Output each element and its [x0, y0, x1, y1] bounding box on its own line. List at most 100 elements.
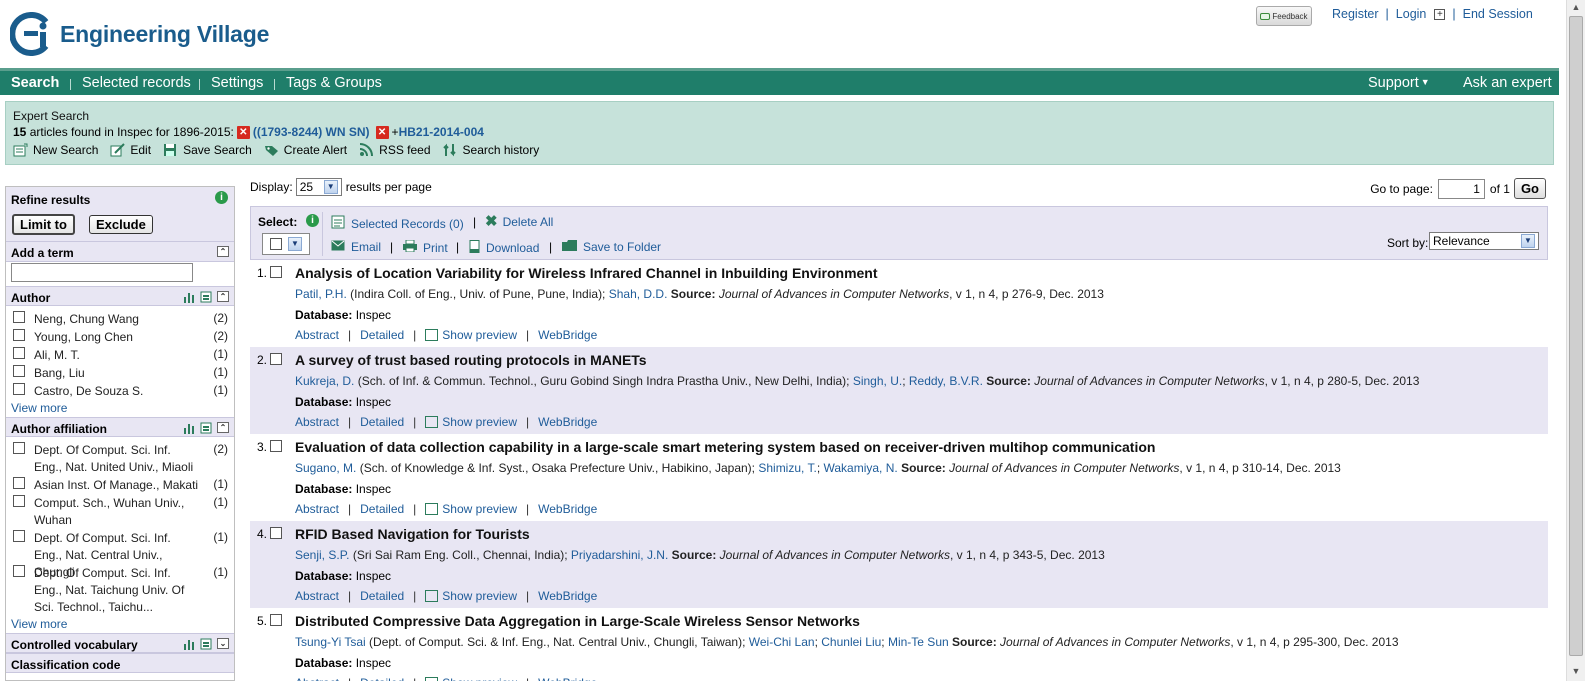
view-more-link[interactable]: View more — [11, 617, 67, 631]
bar-chart-icon[interactable] — [183, 638, 195, 650]
go-button[interactable]: Go — [1513, 178, 1546, 199]
email-link[interactable]: Email — [331, 240, 381, 254]
webbridge-link[interactable]: WebBridge — [538, 676, 597, 681]
logo[interactable]: Engineering Village — [9, 12, 269, 56]
record-title[interactable]: RFID Based Navigation for Tourists — [295, 526, 530, 542]
abstract-link[interactable]: Abstract — [295, 589, 339, 603]
affiliation-facet-item[interactable]: Asian Inst. Of Manage., Makati (1) — [6, 475, 234, 493]
save-to-folder-link[interactable]: Save to Folder — [562, 240, 661, 254]
facet-checkbox[interactable] — [13, 442, 25, 454]
record-title[interactable]: Analysis of Location Variability for Wir… — [295, 265, 878, 281]
facet-checkbox[interactable] — [13, 565, 25, 577]
author-link[interactable]: Sugano, M. — [295, 461, 356, 475]
search-term-1[interactable]: ((1793-8244) WN SN) — [253, 125, 370, 139]
view-more-link[interactable]: View more — [11, 401, 67, 415]
author-link[interactable]: Priyadarshini, J.N. — [571, 548, 668, 562]
delete-all-link[interactable]: ✖ Delete All — [485, 214, 553, 229]
author-facet-item[interactable]: Castro, De Souza S. (1) — [6, 381, 234, 399]
bar-chart-icon[interactable] — [183, 291, 195, 303]
detailed-link[interactable]: Detailed — [360, 589, 404, 603]
edit-button[interactable]: Edit — [110, 143, 151, 157]
register-link[interactable]: Register — [1332, 7, 1379, 21]
facet-checkbox[interactable] — [13, 383, 25, 395]
expand-login-icon[interactable]: + — [1434, 8, 1446, 20]
abstract-link[interactable]: Abstract — [295, 502, 339, 516]
affiliation-facet-item[interactable]: Dept. Of Comput. Sci. Inf. Eng., Nat. Ta… — [6, 563, 234, 615]
select-all-checkbox[interactable] — [270, 238, 282, 250]
scroll-thumb[interactable] — [1569, 16, 1583, 656]
selected-records-link[interactable]: Selected Records (0) — [331, 215, 464, 232]
affiliation-facet-item[interactable]: Comput. Sch., Wuhan Univ., Wuhan (1) — [6, 493, 234, 528]
facet-checkbox[interactable] — [13, 495, 25, 507]
author-facet-item[interactable]: Young, Long Chen (2) — [6, 327, 234, 345]
author-link[interactable]: Kukreja, D. — [295, 374, 354, 388]
record-title[interactable]: A survey of trust based routing protocol… — [295, 352, 647, 368]
author-link[interactable]: Singh, U. — [853, 374, 902, 388]
nav-tags-groups[interactable]: Tags & Groups — [286, 75, 382, 91]
show-preview-link[interactable]: Show preview — [442, 676, 517, 681]
controlled-vocab-header[interactable]: Controlled vocabulary ⌄ — [6, 633, 234, 653]
bar-chart-icon[interactable] — [183, 422, 195, 434]
export-facet-icon[interactable] — [200, 422, 212, 434]
info-icon[interactable]: i — [215, 191, 228, 204]
detailed-link[interactable]: Detailed — [360, 676, 404, 681]
nav-selected-records[interactable]: Selected records — [82, 75, 191, 91]
abstract-link[interactable]: Abstract — [295, 328, 339, 342]
author-link[interactable]: Senji, S.P. — [295, 548, 349, 562]
sort-by-select[interactable]: Relevance ▼ — [1429, 232, 1539, 250]
vertical-scrollbar[interactable]: ▲ ▼ — [1566, 0, 1585, 681]
export-facet-icon[interactable] — [200, 638, 212, 650]
record-checkbox[interactable] — [270, 440, 282, 452]
end-session-link[interactable]: End Session — [1463, 7, 1533, 21]
record-checkbox[interactable] — [270, 353, 282, 365]
collapse-icon[interactable]: ⌃ — [217, 246, 229, 257]
author-link[interactable]: Min-Te Sun — [888, 635, 949, 649]
nav-ask-expert[interactable]: Ask an expert — [1463, 75, 1552, 91]
results-per-page-select[interactable]: 25 ▼ — [295, 178, 342, 196]
author-link[interactable]: Wei-Chi Lan — [749, 635, 815, 649]
create-alert-button[interactable]: Create Alert — [264, 143, 347, 157]
info-icon[interactable]: i — [306, 214, 319, 227]
save-search-button[interactable]: Save Search — [163, 143, 252, 157]
author-link[interactable]: Wakamiya, N. — [823, 461, 897, 475]
facet-checkbox[interactable] — [13, 530, 25, 542]
collapse-icon[interactable]: ⌃ — [217, 291, 229, 302]
abstract-link[interactable]: Abstract — [295, 676, 339, 681]
add-term-input[interactable] — [11, 263, 193, 282]
author-link[interactable]: Patil, P.H. — [295, 287, 347, 301]
detailed-link[interactable]: Detailed — [360, 502, 404, 516]
search-term-2[interactable]: HB21-2014-004 — [399, 125, 484, 139]
affiliation-facet-item[interactable]: Dept. Of Comput. Sci. Inf. Eng., Nat. Un… — [6, 440, 234, 475]
show-preview-link[interactable]: Show preview — [442, 502, 517, 516]
nav-search[interactable]: Search — [11, 75, 59, 91]
webbridge-link[interactable]: WebBridge — [538, 589, 597, 603]
login-link[interactable]: Login — [1396, 7, 1427, 21]
detailed-link[interactable]: Detailed — [360, 415, 404, 429]
author-facet-item[interactable]: Bang, Liu (1) — [6, 363, 234, 381]
show-preview-link[interactable]: Show preview — [442, 589, 517, 603]
search-history-button[interactable]: Search history — [442, 143, 539, 157]
remove-term-icon[interactable]: ✕ — [236, 125, 250, 139]
show-preview-link[interactable]: Show preview — [442, 415, 517, 429]
rss-feed-button[interactable]: RSS feed — [359, 143, 431, 157]
exclude-button[interactable]: Exclude — [89, 215, 153, 234]
collapse-icon[interactable]: ⌃ — [217, 422, 229, 433]
webbridge-link[interactable]: WebBridge — [538, 415, 597, 429]
show-preview-link[interactable]: Show preview — [442, 328, 517, 342]
select-all-dropdown[interactable]: ▼ — [262, 233, 310, 255]
limit-to-button[interactable]: Limit to — [12, 214, 75, 235]
nav-support[interactable]: Support ▼ — [1368, 75, 1430, 91]
export-facet-icon[interactable] — [200, 291, 212, 303]
feedback-button[interactable]: Feedback — [1256, 6, 1312, 26]
new-search-button[interactable]: New Search — [13, 143, 98, 157]
classification-code-header[interactable]: Classification code — [6, 653, 234, 673]
expand-icon[interactable]: ⌄ — [217, 638, 229, 649]
record-checkbox[interactable] — [270, 266, 282, 278]
download-link[interactable]: Download — [469, 240, 539, 256]
scroll-down-icon[interactable]: ▼ — [1570, 666, 1582, 678]
facet-checkbox[interactable] — [13, 311, 25, 323]
remove-term-icon[interactable]: ✕ — [375, 125, 389, 139]
print-link[interactable]: Print — [403, 239, 448, 255]
detailed-link[interactable]: Detailed — [360, 328, 404, 342]
affiliation-facet-item[interactable]: Dept. Of Comput. Sci. Inf. Eng., Nat. Ce… — [6, 528, 234, 579]
